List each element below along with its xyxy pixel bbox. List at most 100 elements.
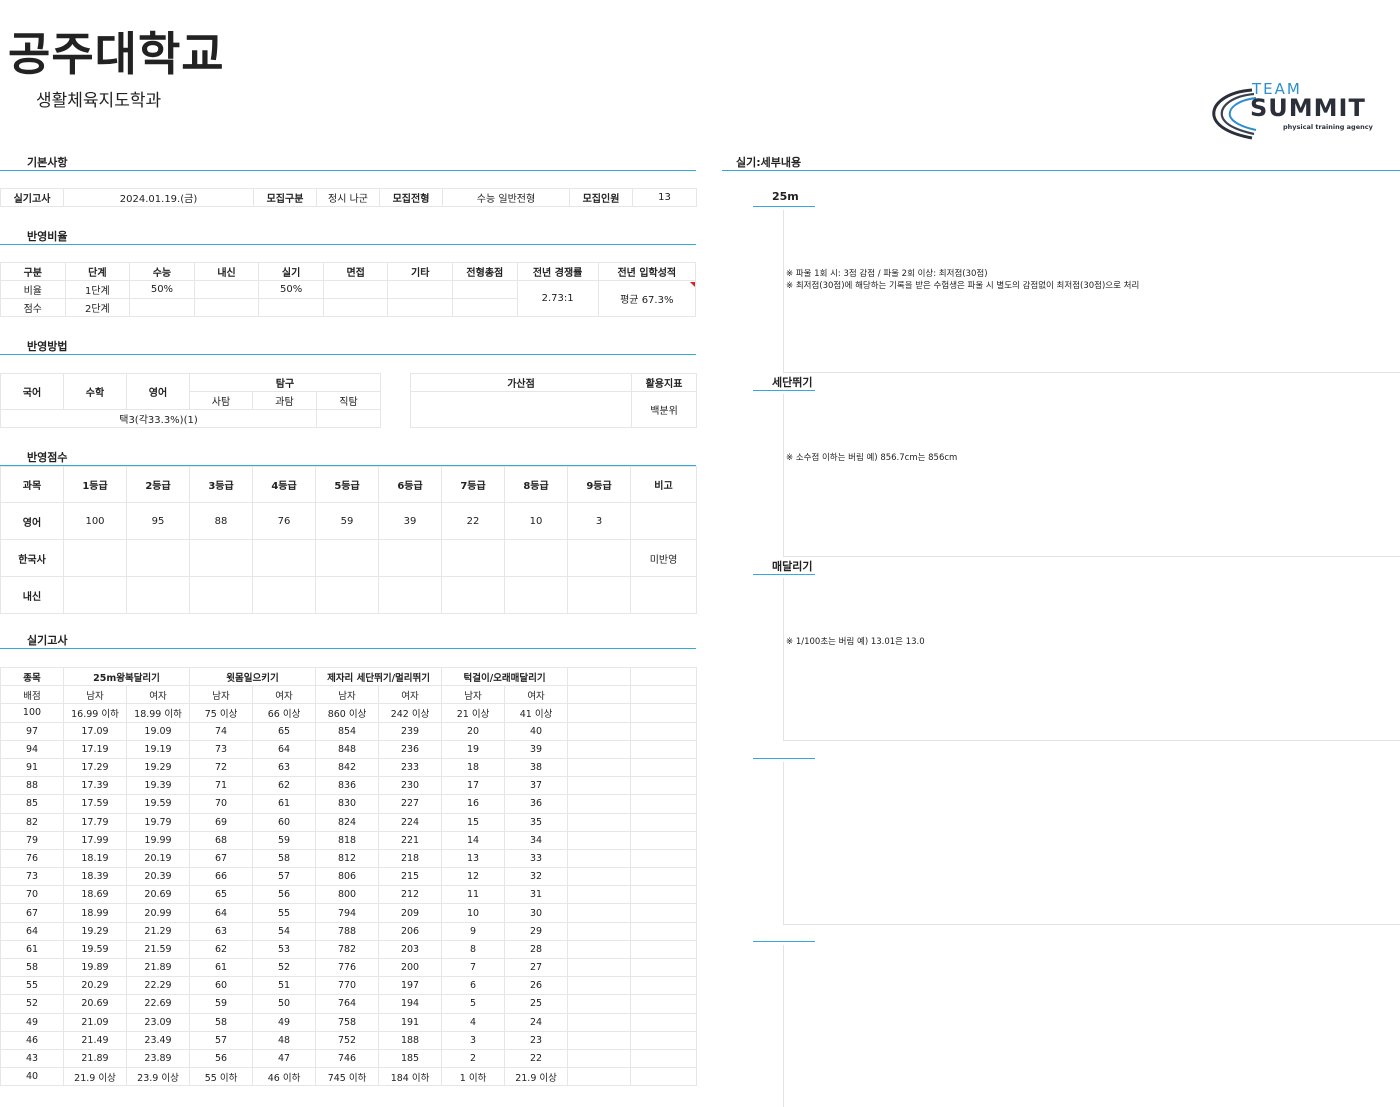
- practical-record: 9: [441, 921, 506, 941]
- detail-note: ※ 1/100초는 버림 예) 13.01은 13.0: [786, 637, 925, 647]
- practical-record: 12: [441, 867, 506, 887]
- method-index: 활용지표: [631, 373, 697, 392]
- practical-record: 233: [378, 757, 443, 778]
- ratio-naesin: [193, 280, 260, 299]
- score-header: 과목: [0, 466, 64, 503]
- practical-row: 52 20.69 22.69 59 50 764 194 5 25: [0, 994, 698, 1014]
- section-ratio-label: 반영비율: [27, 230, 68, 243]
- score-value: [378, 576, 442, 614]
- ratio-table: 구분 단계 수능 내신 실기 면접 기타 전형총점 전년 경쟁률 전년 입학성적…: [0, 262, 697, 317]
- practical-record: 854: [315, 721, 380, 741]
- practical-record: 23.49: [125, 1030, 191, 1050]
- bonus-table: 가산점 활용지표 백분위: [410, 373, 697, 428]
- basic-info-table: 실기고사 2024.01.19.(금) 모집구분 정시 나군 모집전형 수능 일…: [0, 188, 697, 207]
- ratio-header: 기타: [387, 262, 454, 281]
- practical-record: 18.99: [63, 903, 127, 923]
- practical-gender: 남자: [441, 685, 506, 705]
- practical-record: 15: [441, 812, 506, 832]
- score-value: 22: [441, 502, 505, 540]
- score-value: [252, 539, 316, 577]
- practical-gender: 남자: [189, 685, 254, 705]
- practical-record: 19.79: [125, 812, 191, 832]
- score-value: [378, 539, 442, 577]
- practical-record: 57: [189, 1030, 254, 1050]
- practical-gender-row: 배점 남자 여자 남자 여자 남자 여자 남자 여자: [0, 685, 698, 705]
- practical-record: 73: [189, 739, 254, 759]
- practical-row: 70 18.69 20.69 65 56 800 212 11 31: [0, 885, 698, 905]
- practical-record: 776: [315, 957, 380, 978]
- score-value: 39: [378, 502, 442, 540]
- practical-record: 2: [441, 1048, 506, 1069]
- practical-record: 842: [315, 757, 380, 778]
- practical-record: 52: [252, 957, 317, 978]
- practical-record: 19: [441, 739, 506, 759]
- logo-summit-text: SUMMIT: [1250, 94, 1366, 122]
- practical-record: 62: [252, 776, 317, 796]
- score-header: 5등급: [315, 466, 379, 503]
- practical-record: 194: [378, 994, 443, 1014]
- practical-record: 32: [504, 867, 569, 887]
- practical-score: 82: [0, 812, 64, 832]
- section-practical-label: 실기고사: [27, 634, 68, 647]
- practical-row: 61 19.59 21.59 62 53 782 203 8 28: [0, 939, 698, 960]
- practical-record: 20: [441, 721, 506, 741]
- practical-record: 20.99: [125, 903, 191, 923]
- practical-record: 19.29: [63, 921, 127, 941]
- ratio-header: 구분: [0, 262, 66, 281]
- practical-record: 65: [189, 885, 254, 905]
- practical-score: 94: [0, 739, 64, 759]
- practical-record: 185: [378, 1048, 443, 1069]
- ratio-row-label: 비율: [0, 280, 66, 299]
- practical-record: 860 이상: [315, 703, 380, 723]
- logo-tagline-text: physical training agency: [1283, 123, 1374, 131]
- score-value: [567, 576, 631, 614]
- practical-row: 94 17.19 19.19 73 64 848 236 19 39: [0, 739, 698, 759]
- practical-record: 830: [315, 794, 380, 814]
- practical-row: 67 18.99 20.99 64 55 794 209 10 30: [0, 903, 698, 923]
- practical-record: 3: [441, 1030, 506, 1050]
- practical-record: 17.09: [63, 721, 127, 741]
- practical-event-name: 턱걸이/오래매달리기: [441, 666, 569, 687]
- method-korean: 국어: [0, 373, 64, 410]
- practical-record: 203: [378, 939, 443, 960]
- practical-record: 16: [441, 794, 506, 814]
- score-header: 9등급: [567, 466, 631, 503]
- score-header: 3등급: [189, 466, 253, 503]
- practical-row: 43 21.89 23.89 56 47 746 185 2 22: [0, 1048, 698, 1069]
- practical-record: 188: [378, 1030, 443, 1050]
- practical-record: 37: [504, 776, 569, 796]
- practical-table: 종목 25m왕복달리기 윗몸일으키기 제자리 세단뛰기/멀리뛰기 턱걸이/오래매달리기 배…: [0, 666, 698, 1087]
- practical-record: 230: [378, 776, 443, 796]
- practical-record: 745 이하: [315, 1067, 380, 1087]
- score-table: 과목 1등급 2등급 3등급 4등급 5등급 6등급 7등급 8등급 9등급 비고 영어 100 95 88…: [0, 466, 697, 614]
- practical-event-name: 25m왕복달리기: [62, 666, 191, 687]
- practical-record: 19.29: [125, 757, 191, 778]
- practical-record: 34: [504, 830, 569, 850]
- practical-record: 59: [189, 994, 254, 1014]
- ratio-stage: 1단계: [64, 280, 131, 299]
- ratio-header: 전년 입학성적: [597, 262, 697, 281]
- practical-record: 72: [189, 757, 254, 778]
- practical-gender: 여자: [252, 685, 317, 705]
- practical-score: 76: [0, 848, 64, 869]
- type-label: 모집구분: [253, 188, 317, 207]
- score-value: [189, 539, 253, 577]
- practical-event-name: 윗몸일으키기: [189, 666, 317, 687]
- practical-row: 97 17.09 19.09 74 65 854 239 20 40: [0, 721, 698, 741]
- score-subject: 내신: [0, 576, 64, 614]
- practical-record: 63: [189, 921, 254, 941]
- ratio-header: 실기: [258, 262, 324, 281]
- practical-event-label: 종목: [0, 666, 64, 687]
- practical-event-row: 종목 25m왕복달리기 윗몸일으키기 제자리 세단뛰기/멀리뛰기 턱걸이/오래매달리기: [0, 666, 698, 687]
- score-value: 59: [315, 502, 379, 540]
- ratio-practical: 50%: [258, 280, 324, 299]
- practical-record: 20.69: [125, 885, 191, 905]
- practical-record: 221: [378, 830, 443, 850]
- practical-record: 46 이하: [252, 1067, 317, 1087]
- practical-record: 28: [504, 939, 569, 960]
- practical-gender: 여자: [504, 685, 569, 705]
- practical-record: 17.19: [63, 739, 127, 759]
- practical-record: 75 이상: [189, 703, 254, 723]
- practical-record: 8: [441, 939, 506, 960]
- practical-record: 58: [189, 1012, 254, 1032]
